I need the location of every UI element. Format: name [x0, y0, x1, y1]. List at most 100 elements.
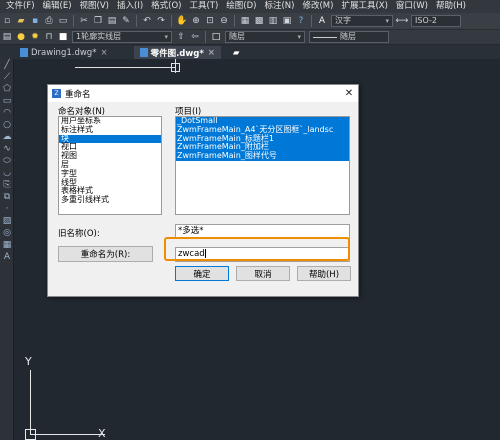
dimension-style-icon: ⟷: [395, 16, 409, 26]
dimension-style-combo[interactable]: ISO-2: [411, 15, 461, 27]
layer-color-icon: ■: [58, 32, 68, 42]
help-icon[interactable]: ?: [295, 15, 307, 27]
preview-icon[interactable]: ▭: [57, 15, 69, 27]
zoom-previous-icon[interactable]: ⊖: [218, 15, 230, 27]
cut-icon[interactable]: ✂: [78, 15, 90, 27]
text-style-combo[interactable]: 汉字 ▾: [331, 15, 393, 27]
chevron-down-icon: ▾: [297, 33, 301, 41]
list-item[interactable]: 视图: [59, 151, 161, 161]
menu-item[interactable]: 格式(O): [147, 0, 185, 13]
table-icon[interactable]: ▦: [1, 239, 13, 250]
match-properties-icon[interactable]: ✎: [120, 15, 132, 27]
line-icon[interactable]: ╱: [1, 59, 13, 70]
menu-item[interactable]: 窗口(W): [392, 0, 432, 13]
menu-item[interactable]: 修改(M): [298, 0, 337, 13]
menubar: 文件(F) 编辑(E) 视图(V) 插入(I) 格式(O) 工具(T) 绘图(D) 标注(N)…: [0, 0, 500, 13]
redo-icon[interactable]: ↷: [155, 15, 167, 27]
layer-combo[interactable]: 1轮廓实线层 ▾: [72, 31, 172, 43]
save-icon[interactable]: ▪: [29, 15, 41, 27]
chevron-down-icon: ▾: [164, 33, 168, 41]
cancel-button[interactable]: 取消: [236, 266, 290, 281]
tab-label: Drawing1.dwg*: [31, 47, 97, 58]
ellipse-arc-icon[interactable]: ◡: [1, 167, 13, 178]
construction-line-icon[interactable]: ⟋: [1, 71, 13, 82]
linetype-combo[interactable]: 随层: [309, 31, 389, 43]
properties-icon[interactable]: ▦: [239, 15, 251, 27]
app-icon: Z: [52, 89, 61, 98]
hatch-icon[interactable]: ▧: [1, 215, 13, 226]
menu-item[interactable]: 帮助(H): [432, 0, 470, 13]
design-center-icon[interactable]: ▩: [253, 15, 265, 27]
list-item[interactable]: 标注样式: [59, 125, 161, 135]
tab-drawing1[interactable]: Drawing1.dwg* ×: [14, 46, 114, 59]
open-folder-icon[interactable]: ▰: [15, 15, 27, 27]
close-icon[interactable]: ✕: [340, 88, 358, 99]
tab-label: 零件图.dwg*: [150, 48, 204, 59]
standard-toolbar: ▫ ▰ ▪ ⎙ ▭ ✂ ❐ ▤ ✎ ↶ ↷ ✋ ⊕ ⊡ ⊖ ▦ ▩ ▥ ▣ ? …: [0, 13, 500, 30]
pan-icon[interactable]: ✋: [176, 15, 188, 27]
menu-item[interactable]: 编辑(E): [39, 0, 76, 13]
dialog-titlebar: Z 重命名 ✕: [48, 85, 358, 102]
polygon-icon[interactable]: ⬠: [1, 83, 13, 94]
layer-manager-icon[interactable]: ▤: [1, 31, 13, 43]
ucs-y-label: Y: [25, 355, 32, 368]
new-file-icon[interactable]: ▫: [1, 15, 13, 27]
close-icon[interactable]: ×: [208, 48, 215, 58]
tool-palette-icon[interactable]: ▥: [267, 15, 279, 27]
color-combo[interactable]: 随层 ▾: [225, 31, 305, 43]
text-style-value: 汉字: [335, 16, 351, 25]
menu-item[interactable]: 工具(T): [185, 0, 222, 13]
make-block-icon[interactable]: ⧉: [1, 191, 13, 202]
ellipse-icon[interactable]: ⬭: [1, 155, 13, 166]
paste-icon[interactable]: ▤: [106, 15, 118, 27]
menu-item[interactable]: 视图(V): [76, 0, 113, 13]
rename-to-button[interactable]: 重命名为(R):: [58, 246, 153, 262]
tab-part-drawing[interactable]: 零件图.dwg* ×: [133, 46, 221, 59]
linetype-value: 随层: [340, 32, 356, 41]
rectangle-icon[interactable]: ▭: [1, 95, 13, 106]
insert-block-icon[interactable]: ⎘: [1, 179, 13, 190]
revcloud-icon[interactable]: ☁: [1, 131, 13, 142]
point-icon[interactable]: ·: [1, 203, 13, 214]
zoom-window-icon[interactable]: ⊡: [204, 15, 216, 27]
make-current-layer-icon[interactable]: ⇧: [175, 31, 187, 43]
new-tab-button[interactable]: ▰: [227, 46, 246, 59]
layers-toolbar: ▤ ● ✹ ⊓ ■ 1轮廓实线层 ▾ ⇧ ⇦ □ 随层 ▾ 随层: [0, 30, 500, 45]
ok-button[interactable]: 确定: [175, 266, 229, 281]
items-list[interactable]: _DotSmall ZwmFrameMain_A4`无分区图框`_landsc Zw…: [175, 116, 350, 215]
circle-icon[interactable]: ○: [1, 119, 13, 130]
menu-item[interactable]: 文件(F): [2, 0, 39, 13]
layer-previous-icon[interactable]: ⇦: [189, 31, 201, 43]
mtext-icon[interactable]: A: [1, 251, 13, 262]
chevron-down-icon: ▾: [385, 17, 389, 25]
document-tabs: Drawing1.dwg* × 零件图.dwg* × ▰: [0, 45, 500, 59]
lightbulb-icon[interactable]: ●: [15, 31, 27, 43]
menu-item[interactable]: 插入(I): [113, 0, 147, 13]
rename-dialog: Z 重命名 ✕ 命名对象(N) 项目(I) 用户坐标系 标注样式块视口 视图层字型线…: [47, 84, 359, 297]
region-icon[interactable]: ◎: [1, 227, 13, 238]
calculator-icon[interactable]: ▣: [281, 15, 293, 27]
menu-item[interactable]: 扩展工具(X): [337, 0, 391, 13]
menu-item[interactable]: 绘图(D): [222, 0, 260, 13]
list-item[interactable]: 多重引线样式: [59, 195, 161, 205]
sun-icon[interactable]: ✹: [29, 31, 41, 43]
drawing-file-icon: [20, 48, 28, 57]
zoom-realtime-icon[interactable]: ⊕: [190, 15, 202, 27]
undo-icon[interactable]: ↶: [141, 15, 153, 27]
list-item[interactable]: ZwmFrameMain_图样代号: [176, 151, 349, 161]
close-icon[interactable]: ×: [100, 48, 107, 58]
linetype-sample: [313, 36, 337, 38]
named-objects-list[interactable]: 用户坐标系 标注样式块视口 视图层字型 线型 表格样式 多重引线样式: [58, 116, 162, 215]
ucs-y-axis: [30, 370, 31, 435]
color-swatch-icon: □: [211, 32, 221, 42]
print-icon[interactable]: ⎙: [43, 15, 55, 27]
plus-icon: ▰: [232, 47, 240, 58]
lock-icon[interactable]: ⊓: [43, 31, 55, 43]
menu-item[interactable]: 标注(N): [260, 0, 298, 13]
copy-icon[interactable]: ❐: [92, 15, 104, 27]
help-button[interactable]: 帮助(H): [297, 266, 351, 281]
spline-icon[interactable]: ∿: [1, 143, 13, 154]
highlight-box: [164, 237, 350, 261]
arc-icon[interactable]: ◠: [1, 107, 13, 118]
ucs-x-axis: [30, 434, 105, 435]
